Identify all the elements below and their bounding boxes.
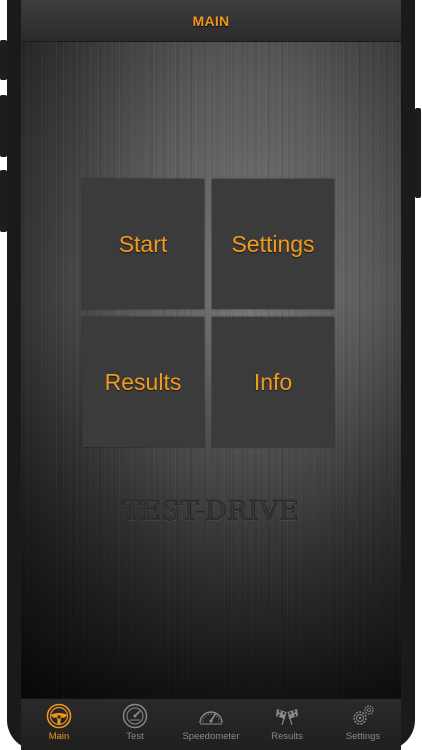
tab-main[interactable]: Main [21, 699, 97, 750]
tab-results[interactable]: Results [249, 699, 325, 750]
navigation-bar: MAIN [21, 0, 401, 42]
page-title: MAIN [192, 12, 230, 29]
start-button-label: Start [118, 230, 168, 257]
results-button[interactable]: Results [82, 317, 204, 447]
app-screen: MAIN Start Settings Results Info TEST-DR… [21, 0, 401, 750]
speedometer-icon [197, 703, 225, 729]
checkered-flags-icon [273, 703, 301, 729]
tab-bar: Main Test Speedometer Results Settings [21, 698, 401, 750]
results-button-label: Results [104, 368, 182, 395]
silent-switch [0, 40, 7, 80]
tab-speedometer[interactable]: Speedometer [173, 699, 249, 750]
info-button[interactable]: Info [212, 317, 334, 447]
volume-down-button [0, 170, 7, 232]
gears-icon [349, 703, 377, 729]
info-button-label: Info [253, 368, 293, 395]
tab-settings[interactable]: Settings [325, 699, 401, 750]
app-brand-title: TEST-DRIVE [122, 496, 300, 528]
steering-wheel-icon [45, 703, 73, 729]
phone-frame: MAIN Start Settings Results Info TEST-DR… [0, 0, 421, 750]
brushed-metal-texture [21, 0, 401, 750]
tab-test[interactable]: Test [97, 699, 173, 750]
tab-settings-label: Settings [345, 731, 381, 742]
settings-button[interactable]: Settings [212, 179, 334, 309]
tab-test-label: Test [126, 731, 144, 742]
tab-results-label: Results [271, 731, 303, 742]
background-vignette [21, 0, 401, 750]
settings-button-label: Settings [231, 230, 315, 257]
power-button [415, 108, 421, 198]
gauge-icon [121, 703, 149, 729]
tab-main-label: Main [48, 731, 70, 742]
volume-up-button [0, 95, 7, 157]
start-button[interactable]: Start [82, 179, 204, 309]
tab-speedometer-label: Speedometer [182, 731, 240, 742]
